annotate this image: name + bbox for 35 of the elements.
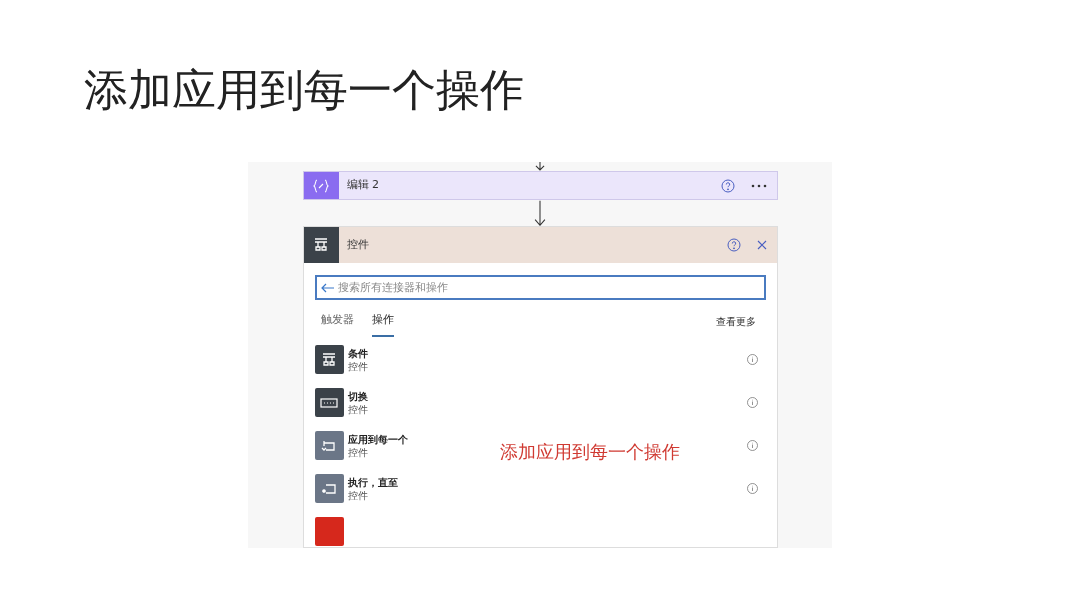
- search-field[interactable]: 搜索所有连接器和操作: [314, 275, 766, 301]
- operation-title: 条件: [347, 347, 368, 360]
- operation-subtitle: 控件: [347, 403, 368, 416]
- operation-subtitle: 控件: [347, 446, 368, 459]
- loop-icon: [321, 439, 337, 453]
- branch-icon: [313, 237, 329, 254]
- annotation-text: 添加应用到每一个操作: [500, 440, 680, 464]
- operation-subtitle: 控件: [347, 360, 368, 373]
- switch-icon: [320, 398, 338, 408]
- tab[interactable]: 触发器: [320, 312, 354, 337]
- back-arrow-icon[interactable]: [320, 283, 335, 293]
- help-icon[interactable]: [720, 178, 735, 193]
- operation-title: 应用到每一个: [347, 433, 408, 446]
- close-icon[interactable]: [756, 240, 767, 251]
- tab[interactable]: 操作: [371, 312, 394, 337]
- operation-title: 切换: [347, 390, 368, 403]
- info-icon[interactable]: [746, 440, 758, 452]
- info-icon[interactable]: [746, 397, 758, 409]
- see-more-link[interactable]: 查看更多: [715, 314, 756, 336]
- operation-subtitle: 控件: [347, 489, 368, 502]
- help-icon[interactable]: [726, 238, 741, 253]
- branch-icon: [321, 352, 337, 368]
- more-icon[interactable]: [750, 183, 767, 188]
- operation-title: 执行，直至: [347, 476, 398, 489]
- action-title: 编辑 2: [346, 177, 380, 194]
- slide-title: 添加应用到每一个操作: [84, 63, 524, 117]
- action-card[interactable]: 编辑 2: [302, 170, 778, 201]
- search-input[interactable]: 搜索所有连接器和操作: [337, 279, 760, 297]
- arrow-icon: [533, 162, 547, 171]
- loop-icon: [321, 482, 337, 496]
- panel-title: 控件: [346, 237, 370, 254]
- arrow-icon: [532, 200, 548, 227]
- info-icon[interactable]: [746, 354, 758, 366]
- braces-icon: [313, 178, 329, 193]
- info-icon[interactable]: [746, 483, 758, 495]
